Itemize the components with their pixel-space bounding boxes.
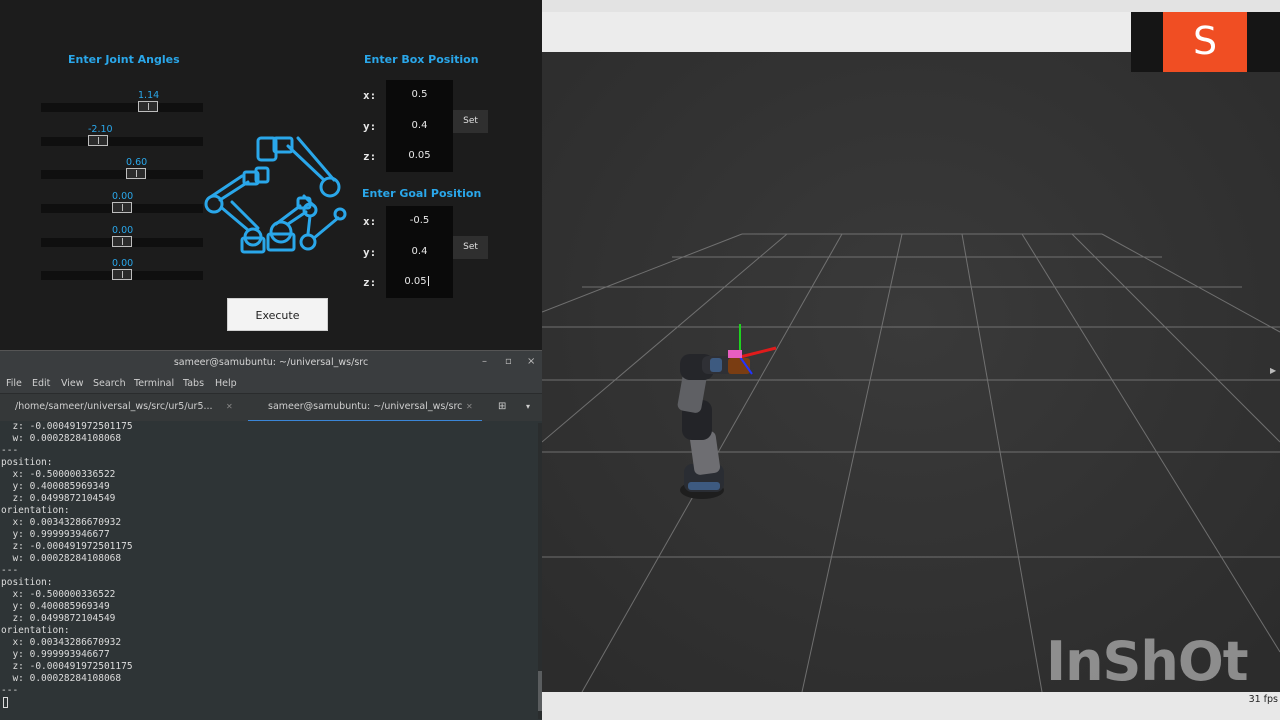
terminal-line: x: -0.500000336522 [1,469,116,480]
joint-1-handle[interactable] [138,101,158,112]
joint-3-handle[interactable] [126,168,146,179]
terminal-line: --- [1,445,19,456]
box-position-fields: 0.5 0.4 0.05 [386,80,453,172]
box-y-field[interactable]: 0.4 [386,120,453,131]
terminal-output[interactable]: z: -0.000491972501175 w: 0.0002828410806… [0,421,538,720]
terminal-tab-bar: /home/sameer/universal_ws/src/ur5/ur5...… [0,393,542,422]
joint-5-value: 0.00 [112,225,134,236]
terminal-line: x: 0.00343286670932 [1,637,122,648]
joint-2-slider[interactable] [41,135,203,146]
box-x-label: x: [363,89,377,102]
goal-z-field[interactable]: 0.05 [383,276,450,287]
terminal-line: --- [1,565,19,576]
goal-position-heading: Enter Goal Position [362,187,482,200]
goal-z-value: 0.05 [404,276,427,287]
viewport-status-bar [542,692,1280,720]
terminal-line: z: -0.000491972501175 [1,421,133,432]
inshot-watermark: InShOt [1046,630,1249,693]
joint-6-value: 0.00 [112,258,134,269]
terminal-line: x: 0.00343286670932 [1,517,122,528]
chevron-right-icon[interactable]: ▶ [1270,366,1276,375]
rviz-3d-viewport[interactable] [542,12,1280,692]
viewport-top-strip [542,0,1280,12]
tab-close-icon[interactable]: ✕ [466,394,473,420]
joint-angles-heading: Enter Joint Angles [68,53,180,66]
joint-5-slider[interactable] [41,236,203,247]
goal-x-label: x: [363,215,377,228]
text-caret [427,276,429,286]
joint-2-value: -2.10 [88,124,113,135]
terminal-line: w: 0.00028284108068 [1,433,122,444]
box-x-field[interactable]: 0.5 [386,89,453,100]
tab-universal-ws[interactable]: sameer@samubuntu: ~/universal_ws/src [248,394,482,422]
joint-4-handle[interactable] [112,202,132,213]
tab-ur5-path[interactable]: /home/sameer/universal_ws/src/ur5/ur5... [15,394,240,422]
terminal-line: y: 0.999993946677 [1,529,110,540]
box-set-button[interactable]: Set [453,110,488,133]
terminal-titlebar[interactable]: sameer@samubuntu: ~/universal_ws/src – ▫… [0,351,542,375]
box-z-label: z: [363,150,377,163]
terminal-window: sameer@samubuntu: ~/universal_ws/src – ▫… [0,350,542,720]
menu-edit[interactable]: Edit [32,378,50,389]
chevron-down-icon[interactable]: ▾ [526,394,530,420]
terminal-line: y: 0.400085969349 [1,481,110,492]
terminal-line: orientation: [1,625,70,636]
terminal-line: z: -0.000491972501175 [1,661,133,672]
new-tab-icon[interactable]: ⊞ [498,394,506,420]
goal-y-field[interactable]: 0.4 [386,246,453,257]
terminal-line: w: 0.00028284108068 [1,673,122,684]
goal-z-label: z: [363,276,377,289]
terminal-line: y: 0.400085969349 [1,601,110,612]
menu-view[interactable]: View [61,378,84,389]
terminal-line: orientation: [1,505,70,516]
robot-arm-icon [204,136,347,254]
menu-help[interactable]: Help [215,378,237,389]
screen: Enter Joint Angles 1.14 -2.10 0.60 0.00 … [0,0,1280,720]
goal-set-button[interactable]: Set [453,236,488,259]
terminal-line: x: -0.500000336522 [1,589,116,600]
menu-terminal[interactable]: Terminal [134,378,174,389]
joint-3-value: 0.60 [126,157,148,168]
ground-grid [542,12,1280,692]
terminal-line: z: -0.000491972501175 [1,541,133,552]
box-z-field[interactable]: 0.05 [386,150,453,161]
terminal-line: position: [1,577,53,588]
fps-counter: 31 fps [1248,694,1278,705]
execute-button[interactable]: Execute [227,298,328,331]
terminal-title: sameer@samubuntu: ~/universal_ws/src [173,357,369,368]
minimize-icon[interactable]: – [482,356,487,367]
close-icon[interactable]: × [527,356,535,367]
channel-logo: S [1163,12,1247,72]
joint-2-handle[interactable] [88,135,108,146]
joint-control-panel: Enter Joint Angles 1.14 -2.10 0.60 0.00 … [0,0,542,350]
maximize-icon[interactable]: ▫ [505,356,512,367]
terminal-cursor [3,697,8,708]
terminal-menubar: File Edit View Search Terminal Tabs Help [0,375,542,393]
joint-5-handle[interactable] [112,236,132,247]
box-y-label: y: [363,120,377,133]
box-position-heading: Enter Box Position [364,53,479,66]
menu-file[interactable]: File [6,378,22,389]
terminal-line: w: 0.00028284108068 [1,553,122,564]
terminal-line: z: 0.0499872104549 [1,613,116,624]
joint-1-value: 1.14 [138,90,160,101]
goal-position-fields: -0.5 0.4 0.05 [386,206,453,298]
joint-6-slider[interactable] [41,269,203,280]
tab-close-icon[interactable]: ✕ [226,394,233,420]
menu-tabs[interactable]: Tabs [183,378,204,389]
joint-3-slider[interactable] [41,168,203,179]
terminal-line: y: 0.999993946677 [1,649,110,660]
goal-x-field[interactable]: -0.5 [386,215,453,226]
terminal-line: --- [1,685,19,696]
terminal-line: z: 0.0499872104549 [1,493,116,504]
joint-6-handle[interactable] [112,269,132,280]
joint-1-slider[interactable] [41,101,203,112]
joint-4-value: 0.00 [112,191,134,202]
goal-y-label: y: [363,246,377,259]
menu-search[interactable]: Search [93,378,126,389]
joint-4-slider[interactable] [41,202,203,213]
terminal-line: position: [1,457,53,468]
